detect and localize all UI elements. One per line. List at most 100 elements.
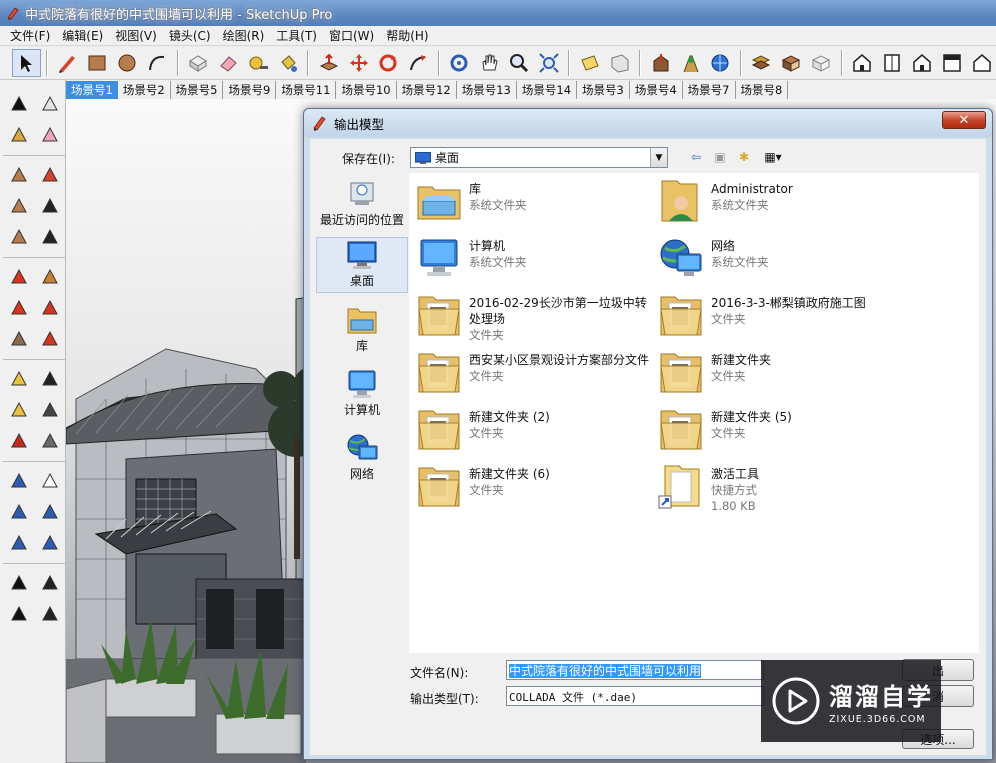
orbit-tool-button[interactable] xyxy=(445,49,474,77)
scale-tool-button[interactable] xyxy=(3,325,34,353)
file-name-input[interactable]: 中式院落有很好的中式围墙可以利用 xyxy=(506,660,764,680)
file-list-item[interactable]: Administrator 系统文件夹 xyxy=(657,177,897,229)
follow-me-tool-button[interactable] xyxy=(34,294,65,322)
place-network[interactable]: 网络 xyxy=(316,431,408,481)
styles-button[interactable] xyxy=(777,49,806,77)
eraser-tool-button[interactable] xyxy=(34,121,65,149)
walk-tool-button[interactable] xyxy=(3,600,34,628)
select-tool-button[interactable] xyxy=(12,49,41,77)
back-view-button[interactable] xyxy=(967,49,996,77)
orbit-tool-button[interactable] xyxy=(3,467,34,495)
paint-bucket-tool-button[interactable] xyxy=(3,121,34,149)
warehouse-button[interactable] xyxy=(646,49,675,77)
scene-tab[interactable]: 场景号7 xyxy=(683,81,736,99)
previous-view-button[interactable] xyxy=(605,49,634,77)
freehand-tool-button[interactable] xyxy=(34,223,65,251)
menu-window[interactable]: 窗口(W) xyxy=(323,27,380,44)
zoom-extents-button[interactable] xyxy=(535,49,564,77)
save-in-dropdown[interactable]: 桌面 ▼ xyxy=(410,147,668,168)
dialog-title-bar[interactable]: 输出模型 xyxy=(304,109,992,137)
scene-tab[interactable]: 场景号9 xyxy=(223,81,277,99)
pencil-tool-button[interactable] xyxy=(53,49,82,77)
zoom-tool-button[interactable] xyxy=(3,498,34,526)
line-tool-button[interactable] xyxy=(34,161,65,189)
circle-tool-button[interactable] xyxy=(113,49,142,77)
menu-file[interactable]: 文件(F) xyxy=(4,27,56,44)
zoom-extents-tool-button[interactable] xyxy=(3,529,34,557)
scene-tab[interactable]: 场景号5 xyxy=(171,81,224,99)
place-libraries[interactable]: 库 xyxy=(316,303,408,353)
move-tool-button[interactable] xyxy=(3,263,34,291)
file-list-item[interactable]: 新建文件夹 (5) 文件夹 xyxy=(657,405,897,457)
menu-tools[interactable]: 工具(T) xyxy=(270,27,323,44)
look-around-tool-button[interactable] xyxy=(34,569,65,597)
tape-measure-tool-button[interactable] xyxy=(3,365,34,393)
rotate-tool-button[interactable] xyxy=(374,49,403,77)
scene-tab[interactable]: 场景号14 xyxy=(517,81,578,99)
file-list-item[interactable]: 计算机 系统文件夹 xyxy=(415,234,655,286)
chevron-down-icon[interactable]: ▼ xyxy=(650,148,667,167)
circle-tool-button[interactable] xyxy=(3,192,34,220)
3d-text-tool-button[interactable] xyxy=(34,427,65,455)
layer-button[interactable] xyxy=(747,49,776,77)
zoom-window-tool-button[interactable] xyxy=(34,498,65,526)
scene-tab[interactable]: 场景号4 xyxy=(630,81,683,99)
scene-tab[interactable]: 场景号11 xyxy=(276,81,337,99)
file-list-item[interactable]: 激活工具 快捷方式 1.80 KB xyxy=(657,462,897,514)
scene-tab[interactable]: 场景号10 xyxy=(336,81,397,99)
view-menu-icon[interactable]: ▦▾ xyxy=(759,149,787,165)
front-view-button[interactable] xyxy=(907,49,936,77)
protractor-tool-button[interactable] xyxy=(3,396,34,424)
scene-tab[interactable]: 场景号2 xyxy=(118,81,171,99)
axes-tool-button[interactable] xyxy=(3,427,34,455)
menu-view[interactable]: 视图(V) xyxy=(109,27,163,44)
position-camera-tool-button[interactable] xyxy=(3,569,34,597)
right-view-button[interactable] xyxy=(937,49,966,77)
follow-me-button[interactable] xyxy=(404,49,433,77)
iso-view-button[interactable] xyxy=(848,49,877,77)
file-list-item[interactable]: 网络 系统文件夹 xyxy=(657,234,897,286)
shadow-button[interactable] xyxy=(807,49,836,77)
arc-tool-button[interactable] xyxy=(143,49,172,77)
file-list-item[interactable]: 新建文件夹 (2) 文件夹 xyxy=(415,405,655,457)
file-list-item[interactable]: 西安某小区景观设计方案部分文件 文件夹 xyxy=(415,348,655,400)
section-plane-button[interactable] xyxy=(575,49,604,77)
move-tool-button[interactable] xyxy=(344,49,373,77)
eraser-tool-button[interactable] xyxy=(213,49,242,77)
pan-tool-button[interactable] xyxy=(475,49,504,77)
tape-measure-button[interactable] xyxy=(243,49,272,77)
menu-edit[interactable]: 编辑(E) xyxy=(56,27,109,44)
file-list-item[interactable]: 库系统文件夹 xyxy=(415,177,655,229)
arc-tool-button[interactable] xyxy=(34,192,65,220)
menu-help[interactable]: 帮助(H) xyxy=(380,27,434,44)
menu-draw[interactable]: 绘图(R) xyxy=(217,27,271,44)
previous-tool-button[interactable] xyxy=(34,529,65,557)
scene-tab[interactable]: 场景号1 xyxy=(66,81,118,99)
make-component-button[interactable] xyxy=(184,49,213,77)
back-arrow-icon[interactable]: ⇦ xyxy=(687,149,705,165)
scene-tab[interactable]: 场景号13 xyxy=(457,81,517,99)
dimension-tool-button[interactable] xyxy=(34,365,65,393)
make-component-tool-button[interactable] xyxy=(34,90,65,118)
push-pull-tool-button[interactable] xyxy=(34,263,65,291)
share-model-button[interactable] xyxy=(706,49,735,77)
menu-camera[interactable]: 镜头(C) xyxy=(163,27,217,44)
pan-tool-button[interactable] xyxy=(34,467,65,495)
file-type-dropdown[interactable]: COLLADA 文件 (*.dae) xyxy=(506,686,764,706)
paint-bucket-button[interactable] xyxy=(273,49,302,77)
push-pull-button[interactable] xyxy=(314,49,343,77)
place-desktop[interactable]: 桌面 xyxy=(316,237,408,293)
scene-tab[interactable]: 场景号8 xyxy=(736,81,789,99)
top-view-button[interactable] xyxy=(878,49,907,77)
file-list-item[interactable]: 2016-02-29长沙市第一垃圾中转处理场 文件夹 xyxy=(415,291,655,343)
place-computer[interactable]: 计算机 xyxy=(316,367,408,417)
new-folder-icon[interactable]: ✱ xyxy=(735,149,753,165)
close-button[interactable]: ✕ xyxy=(942,111,986,129)
scene-tab[interactable]: 场景号3 xyxy=(577,81,630,99)
file-list-item[interactable]: 新建文件夹 (6) 文件夹 xyxy=(415,462,655,514)
file-list-item[interactable]: 2016-3-3-郴梨镇政府施工图 文件夹 xyxy=(657,291,897,343)
rotate-tool-button[interactable] xyxy=(3,294,34,322)
place-recent-places[interactable]: 最近访问的位置 xyxy=(316,177,408,227)
text-tool-button[interactable] xyxy=(34,396,65,424)
up-folder-icon[interactable]: ▣ xyxy=(711,149,729,165)
